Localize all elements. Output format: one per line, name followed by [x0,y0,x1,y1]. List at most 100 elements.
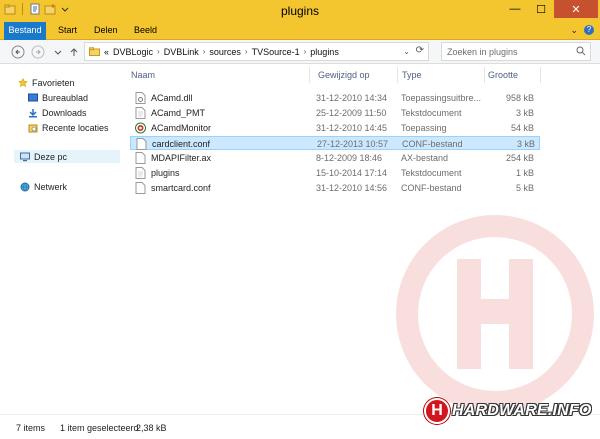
expand-ribbon-icon[interactable]: ⌄ [570,25,578,36]
chevron-down-icon [54,50,62,55]
file-name: ACamd_PMT [151,108,206,118]
tab-beeld[interactable]: Beeld [126,22,165,40]
address-bar[interactable]: « DVBLogic › DVBLink › sources › TVSourc… [84,42,429,61]
text-file-icon [135,107,146,119]
tab-delen[interactable]: Delen [86,22,126,40]
watermark-logo [396,215,594,413]
recent-locations-icon [28,124,38,132]
nav-network-label: Netwerk [34,181,68,192]
file-row[interactable]: ACamdMonitor 31-12-2010 14:45 Toepassing… [130,121,540,135]
search-icon[interactable] [576,46,586,56]
file-row[interactable]: smartcard.conf 31-12-2010 14:56 CONF-bes… [130,181,540,195]
file-name: ACamd.dll [151,93,193,103]
breadcrumb-overflow[interactable]: « [104,47,109,57]
nav-item-downloads[interactable]: Downloads [28,106,87,119]
column-divider[interactable] [309,67,310,83]
column-header-type[interactable]: Type [402,70,422,80]
file-name: MDAPIFilter.ax [151,153,212,163]
up-arrow-icon [70,48,78,56]
file-name: smartcard.conf [151,183,211,193]
nav-item-label: Recente locaties [42,122,109,133]
status-item-count: 7 items [16,423,46,433]
tab-bestand[interactable]: Bestand [4,22,46,40]
breadcrumb-dvblink[interactable]: DVBLink [164,47,199,57]
folder-icon [89,47,100,56]
brand-logo-text: HARDWARE.INFO [452,402,592,419]
maximize-button[interactable]: ☐ [528,0,554,18]
file-name: plugins [151,168,180,178]
search-input[interactable]: Zoeken in plugins [441,42,591,61]
nav-this-pc[interactable]: Deze pc [14,150,120,163]
file-name: ACamdMonitor [151,123,212,133]
desktop-icon [28,93,38,101]
forward-arrow-icon [31,45,45,59]
file-row[interactable]: ACamd.dll 31-12-2010 14:34 Toepassingsui… [130,91,540,105]
column-header-date[interactable]: Gewijzigd op [318,70,370,80]
file-date: 27-12-2013 10:57 [317,139,389,149]
minimize-button[interactable]: — [502,0,528,18]
network-icon [20,182,30,191]
address-dropdown-icon[interactable]: ⌄ [403,47,410,56]
column-header-name[interactable]: Naam [131,70,155,80]
up-button[interactable] [66,44,82,60]
file-type: AX-bestand [401,153,449,163]
column-header-size[interactable]: Grootte [488,70,518,80]
file-size: 958 kB [505,93,534,103]
file-size: 5 kB [515,183,534,193]
file-date: 25-12-2009 11:50 [316,108,387,118]
breadcrumb-dvblogic[interactable]: DVBLogic [113,47,153,57]
back-button[interactable] [10,44,26,60]
file-row[interactable]: ACamd_PMT 25-12-2009 11:50 Tekstdocument… [130,106,540,120]
window-controls: — ☐ ✕ [502,0,598,18]
file-size: 3 kB [516,139,535,149]
file-date: 15-10-2014 17:14 [316,168,388,178]
file-icon [136,138,147,150]
computer-icon [20,152,30,161]
ribbon-tabs: Bestand Start Delen Beeld ⌄ ? [0,22,600,40]
refresh-icon[interactable]: ⟳ [416,45,424,56]
status-selection-size: 2,38 kB [136,423,167,433]
recent-locations-button[interactable] [50,44,66,60]
navigation-bar: « DVBLogic › DVBLink › sources › TVSourc… [0,40,600,64]
nav-network[interactable]: Netwerk [20,180,67,193]
forward-button[interactable] [30,44,46,60]
chevron-right-icon[interactable]: › [245,47,248,56]
file-row[interactable]: MDAPIFilter.ax 8-12-2009 18:46 AX-bestan… [130,151,540,165]
content-area: Favorieten Bureaublad Downloads Recente … [0,64,600,414]
breadcrumb-sources[interactable]: sources [209,47,241,57]
nav-item-bureaublad[interactable]: Bureaublad [28,91,88,104]
tab-start[interactable]: Start [50,22,85,40]
file-date: 31-12-2010 14:34 [316,93,388,103]
file-type: CONF-bestand [402,139,463,149]
app-icon [135,122,146,134]
file-icon [135,182,146,194]
status-selection: 1 item geselecteerd [60,423,139,433]
nav-item-recent[interactable]: Recente locaties [28,121,109,134]
chevron-right-icon[interactable]: › [203,47,206,56]
nav-item-label: Downloads [42,107,87,118]
file-type: Tekstdocument [401,108,462,118]
explorer-window: plugins — ☐ ✕ Bestand Start Delen Beeld … [0,0,600,439]
nav-item-label: Bureaublad [42,92,89,103]
file-type: Toepassingsuitbre... [401,93,482,103]
file-row[interactable]: plugins 15-10-2014 17:14 Tekstdocument 1… [130,166,540,180]
breadcrumb-tvsource[interactable]: TVSource-1 [252,47,300,57]
close-button[interactable]: ✕ [554,0,598,18]
chevron-right-icon[interactable]: › [304,47,307,56]
text-file-icon [135,167,146,179]
download-icon [29,108,37,117]
chevron-right-icon[interactable]: › [157,47,160,56]
file-date: 8-12-2009 18:46 [316,153,383,163]
search-placeholder: Zoeken in plugins [447,47,518,57]
help-icon[interactable]: ? [584,25,594,35]
column-divider[interactable] [484,67,485,83]
breadcrumb-plugins[interactable]: plugins [310,47,339,57]
column-divider[interactable] [397,67,398,83]
file-size: 254 kB [505,153,534,163]
file-size: 3 kB [515,108,534,118]
column-divider[interactable] [540,67,541,83]
file-icon [135,152,146,164]
file-type: Tekstdocument [401,168,462,178]
nav-favorites[interactable]: Favorieten [18,76,75,89]
file-row-selected[interactable]: cardclient.conf 27-12-2013 10:57 CONF-be… [130,136,540,150]
